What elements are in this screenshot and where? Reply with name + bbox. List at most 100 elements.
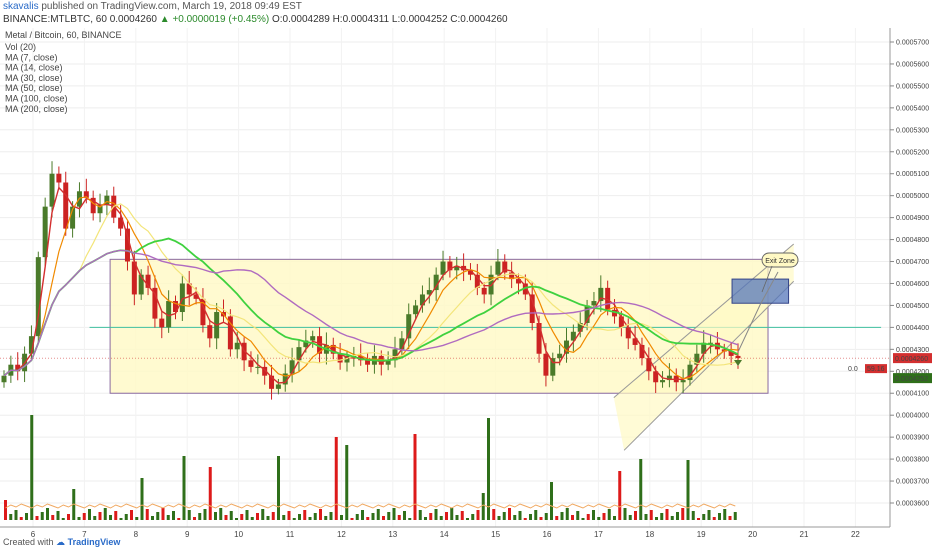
y-tick-label: 0.0003900	[896, 435, 929, 442]
candle-body	[495, 261, 501, 275]
volume-bar	[371, 513, 375, 520]
volume-bar	[481, 493, 485, 520]
volume-bar	[607, 509, 611, 520]
candle-body	[413, 305, 419, 315]
volume-bar	[313, 513, 317, 520]
volume-bar	[224, 515, 228, 520]
target-zone-box	[731, 278, 790, 304]
volume-bar	[618, 471, 622, 520]
y-tick-label: 0.0004900	[896, 215, 929, 222]
candle-body	[248, 360, 254, 367]
volume-bar	[266, 516, 270, 520]
x-tick-label: 22	[851, 530, 860, 539]
footer: Created with ☁ TradingView	[3, 537, 120, 548]
volume-bar	[476, 510, 480, 520]
volume-bar	[649, 510, 653, 520]
volume-bar	[376, 509, 380, 520]
legend-item: MA (100, close)	[5, 94, 68, 104]
volume-bar	[450, 508, 454, 520]
volume-bar	[471, 514, 475, 520]
volume-bar	[718, 513, 721, 520]
volume-bar	[214, 512, 217, 520]
low-price-tag-text: 0.0004252	[895, 376, 928, 383]
x-tick-label: 14	[440, 530, 449, 539]
candle-body	[660, 380, 666, 383]
volume-bar	[728, 516, 732, 520]
volume-bar	[240, 514, 244, 520]
volume-bar	[665, 509, 669, 520]
volume-bar	[9, 514, 13, 520]
x-tick-label: 18	[645, 530, 654, 539]
volume-bar	[686, 460, 690, 520]
volume-bar	[439, 516, 443, 520]
volume-bar	[161, 508, 165, 520]
price-axis[interactable]: 0.0005700 0.0005600 0.0005500 0.0005400 0.00…	[890, 40, 929, 508]
y-tick-label: 0.0004100	[896, 391, 929, 398]
volume-bar	[140, 478, 144, 520]
volume-bar	[250, 517, 254, 520]
tradingview-brand[interactable]: TradingView	[68, 537, 121, 547]
volume-bar	[565, 508, 569, 520]
candle-body	[440, 261, 446, 275]
x-tick-label: 9	[185, 530, 190, 539]
volume-bar	[487, 418, 490, 520]
legend-item: MA (30, close)	[5, 73, 63, 83]
volume-bar	[466, 518, 469, 520]
x-tick-label: 12	[337, 530, 346, 539]
y-tick-label: 0.0005000	[896, 193, 929, 200]
volume-bar	[56, 511, 60, 520]
volume-bar	[544, 513, 548, 520]
volume-bar	[560, 512, 564, 520]
volume-bar	[182, 456, 186, 520]
volume-bar	[151, 516, 154, 520]
y-tick-label: 0.0005200	[896, 149, 929, 156]
candle-body	[49, 173, 55, 207]
volume-bar	[109, 515, 112, 520]
candle-body	[591, 301, 597, 306]
y-tick-label: 0.0004800	[896, 237, 929, 244]
candle-body	[207, 325, 213, 339]
volume-bar	[271, 512, 275, 520]
volume-bar	[492, 509, 496, 520]
legend-item: MA (7, close)	[5, 52, 58, 62]
volume-bar	[697, 518, 700, 520]
volume-bar	[508, 508, 511, 520]
volume-bar	[61, 518, 65, 520]
x-tick-label: 10	[234, 530, 243, 539]
candle-body	[56, 173, 62, 183]
volume-bar	[361, 510, 364, 520]
x-tick-label: 20	[748, 530, 757, 539]
volume-bar	[298, 514, 301, 520]
volume-bar	[660, 513, 664, 520]
volume-bar	[424, 517, 427, 520]
volume-bar	[261, 509, 265, 520]
x-tick-label: 8	[134, 530, 139, 539]
candle-body	[275, 384, 281, 389]
volume-bar	[597, 517, 601, 520]
volume-bar	[324, 516, 328, 520]
volume-bar	[707, 510, 711, 520]
volume-bar	[539, 517, 543, 520]
y-tick-label: 0.0004600	[896, 281, 929, 288]
volume-bar	[670, 516, 674, 520]
exit-zone-label: Exit Zone	[765, 258, 795, 265]
volume-bar	[429, 513, 433, 520]
created-with-text: Created with	[3, 537, 54, 547]
volume-bar	[555, 516, 559, 520]
volume-bar	[387, 512, 391, 520]
volume-bar	[445, 512, 448, 520]
volume-bar	[623, 508, 627, 520]
time-axis[interactable]: 6 7 8 9 10 11 12 13 14 15 16 17 18 19 20 21 22	[31, 530, 861, 539]
price-chart[interactable]: Exit Zone 0.00057000.00056000.00055000.0…	[0, 0, 932, 550]
y-tick-label: 0.0005500	[896, 83, 929, 90]
volume-bar	[114, 511, 118, 520]
volume-bar	[366, 517, 370, 520]
y-tick-label: 0.0005100	[896, 171, 929, 178]
volume-bar	[119, 518, 123, 520]
y-tick-label: 0.0003700	[896, 479, 929, 486]
volume-bar	[135, 517, 139, 520]
x-tick-label: 17	[594, 530, 603, 539]
volume-bar	[292, 518, 296, 520]
volume-bar	[245, 510, 249, 520]
volume-bar	[229, 511, 233, 520]
